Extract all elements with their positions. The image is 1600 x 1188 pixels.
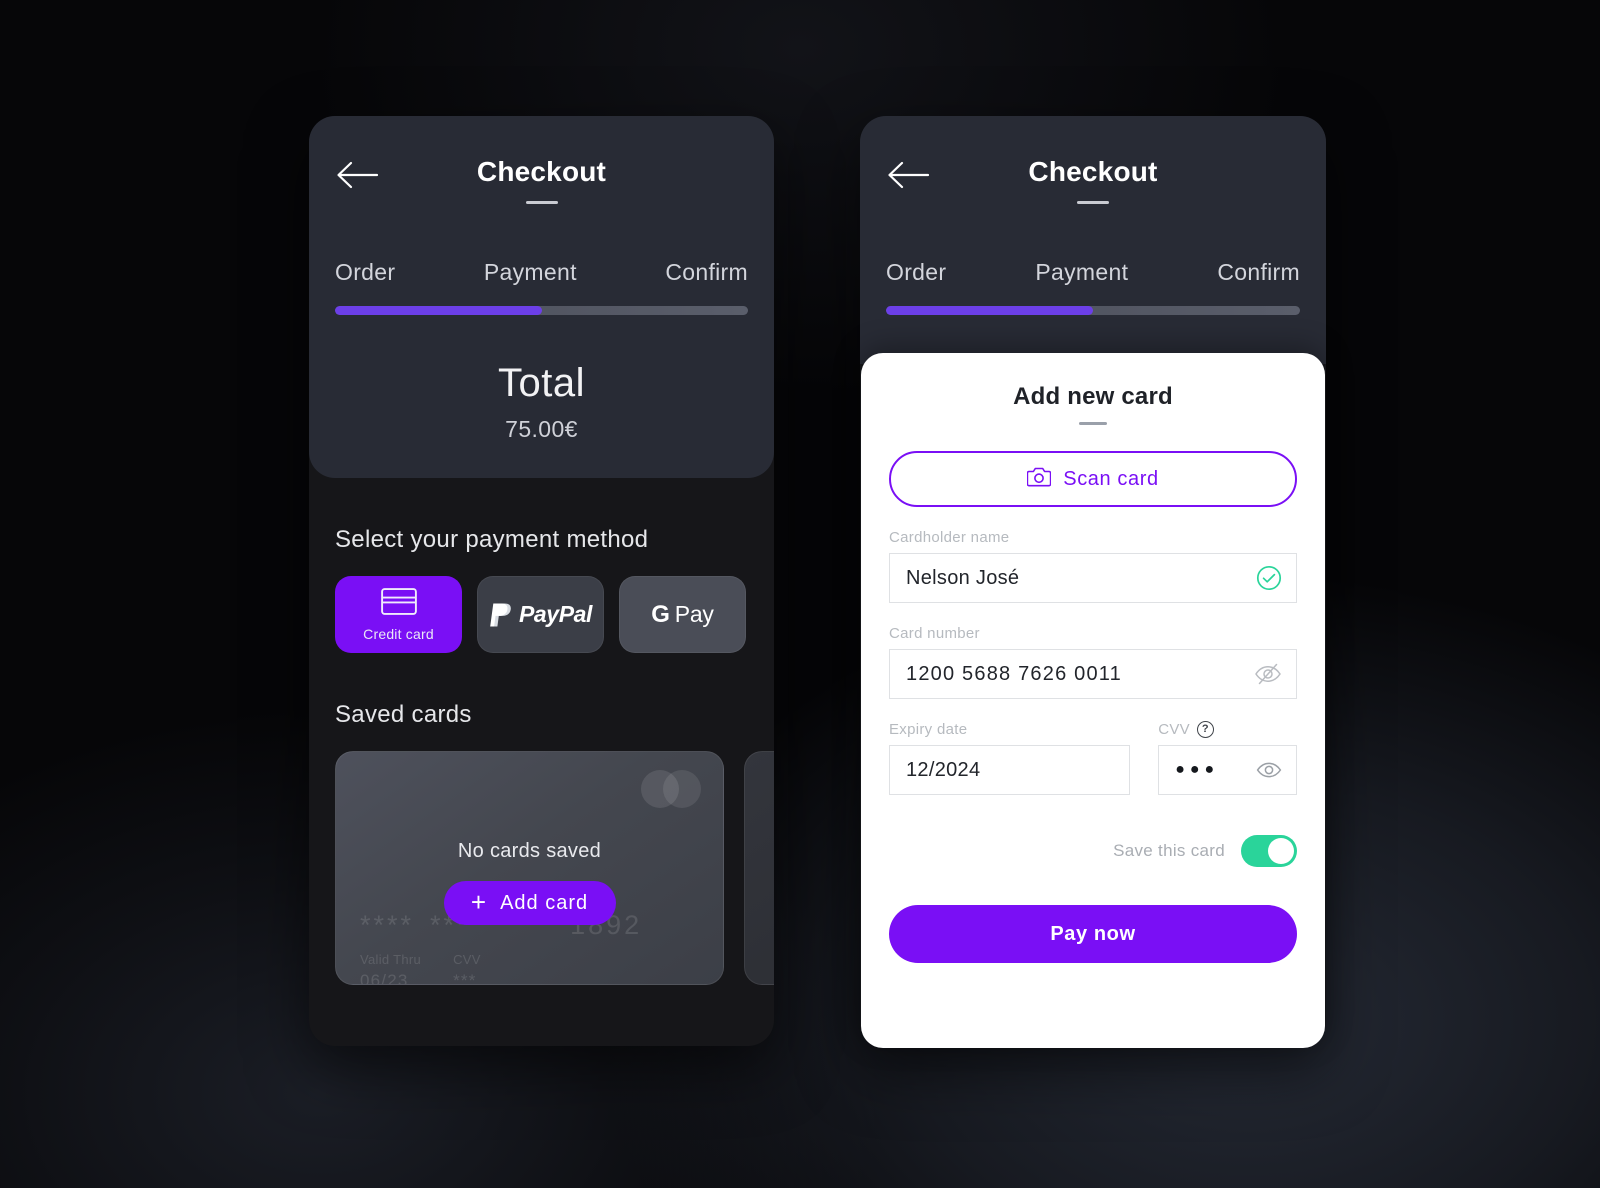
scan-card-button-label: Scan card <box>1063 467 1159 490</box>
add-new-card-sheet: Add new card Scan card Cardholder name N… <box>861 353 1325 1048</box>
payment-option-google-pay[interactable]: G Pay <box>619 576 746 653</box>
toggle-knob <box>1268 838 1294 864</box>
save-card-row: Save this card <box>889 835 1297 867</box>
google-pay-logo: G Pay <box>651 601 714 629</box>
camera-icon <box>1026 466 1052 493</box>
pay-now-button[interactable]: Pay now <box>889 905 1297 963</box>
eye-off-icon[interactable] <box>1254 662 1282 686</box>
back-arrow-icon[interactable] <box>886 158 930 192</box>
stepper-labels: Order Payment Confirm <box>886 259 1300 286</box>
stepper-progress-fill <box>335 306 542 315</box>
left-screen-body: Select your payment method Credit card P… <box>309 478 774 991</box>
sheet-title: Add new card <box>1013 383 1173 410</box>
empty-cards-state: No cards saved + Add card <box>336 840 723 925</box>
card-number-label: Card number <box>889 625 980 642</box>
cardholder-name-label: Cardholder name <box>889 529 1010 546</box>
google-g-icon: G <box>651 600 670 628</box>
card-cvv: CVV *** <box>453 952 481 985</box>
payment-option-credit-card[interactable]: Credit card <box>335 576 462 653</box>
order-total: Total 75.00€ <box>335 361 748 443</box>
left-header: Checkout Order Payment Confirm Total 75.… <box>309 116 774 478</box>
total-label: Total <box>498 361 585 405</box>
plus-icon: + <box>470 887 488 917</box>
save-card-label: Save this card <box>1113 841 1225 860</box>
add-card-button[interactable]: + Add card <box>443 881 616 925</box>
card-number-field: Card number 1200 5688 7626 0011 <box>889 625 1297 699</box>
title-underline <box>1077 201 1109 204</box>
saved-cards-carousel[interactable]: **** **** **** 1892 Valid Thru 06/23 CVV… <box>335 751 774 991</box>
title-underline <box>525 201 558 204</box>
saved-card-preview[interactable]: **** **** **** 1892 Valid Thru 06/23 CVV… <box>335 751 724 985</box>
step-payment[interactable]: Payment <box>484 259 577 286</box>
expiry-date-input[interactable]: 12/2024 <box>889 745 1131 795</box>
expiry-date-label: Expiry date <box>889 721 968 738</box>
card-valid-thru-label: Valid Thru <box>360 952 422 967</box>
expiry-cvv-row: Expiry date 12/2024 CVV ? ●●● <box>889 721 1297 795</box>
card-cvv-value: *** <box>453 971 477 985</box>
cvv-label: CVV <box>1158 721 1190 738</box>
total-amount: 75.00€ <box>505 416 578 442</box>
step-payment[interactable]: Payment <box>1035 259 1128 286</box>
payment-method-options: Credit card PayPal G Pay <box>335 576 748 653</box>
card-meta-row: Valid Thru 06/23 CVV *** <box>360 952 481 985</box>
mastercard-circle-right <box>663 770 701 808</box>
question-mark-icon[interactable]: ? <box>1196 721 1214 738</box>
expiry-date-field: Expiry date 12/2024 <box>889 721 1131 795</box>
cvv-value: ●●● <box>1175 761 1220 778</box>
add-card-button-label: Add card <box>500 891 589 914</box>
check-circle-icon <box>1256 565 1282 591</box>
cvv-field: CVV ? ●●● <box>1158 721 1297 795</box>
mastercard-logo <box>641 770 701 808</box>
scan-card-button[interactable]: Scan card <box>889 451 1297 507</box>
step-confirm[interactable]: Confirm <box>665 259 748 286</box>
stepper-progress-fill <box>886 306 1093 315</box>
right-header: Checkout Order Payment Confirm <box>860 116 1326 364</box>
card-cvv-label: CVV <box>453 952 481 967</box>
payment-option-credit-card-label: Credit card <box>363 625 434 642</box>
step-confirm[interactable]: Confirm <box>1217 259 1300 286</box>
left-phone-screen: Checkout Order Payment Confirm Total 75.… <box>309 116 774 1046</box>
save-card-toggle[interactable] <box>1241 835 1297 867</box>
step-order[interactable]: Order <box>335 259 395 286</box>
empty-cards-message: No cards saved <box>457 840 602 862</box>
app-background <box>0 0 1600 1188</box>
stepper-labels: Order Payment Confirm <box>335 259 748 286</box>
card-number-value: 1200 5688 7626 0011 <box>906 662 1122 685</box>
sheet-title-underline <box>1079 422 1107 425</box>
cardholder-name-field: Cardholder name Nelson José <box>889 529 1297 603</box>
credit-card-icon <box>380 587 417 620</box>
paypal-logo: PayPal <box>489 601 592 628</box>
back-arrow-icon[interactable] <box>335 158 379 192</box>
paypal-wordmark: PayPal <box>518 601 593 627</box>
card-valid-thru-value: 06/23 <box>360 971 409 985</box>
card-valid-thru: Valid Thru 06/23 <box>360 952 422 985</box>
eye-icon[interactable] <box>1256 760 1282 780</box>
payment-method-heading: Select your payment method <box>335 526 649 553</box>
cardholder-name-value: Nelson José <box>906 566 1020 589</box>
cvv-input[interactable]: ●●● <box>1158 745 1297 795</box>
cvv-label-row: CVV ? <box>1158 721 1297 738</box>
page-title: Checkout <box>1028 156 1158 187</box>
saved-cards-heading: Saved cards <box>335 701 472 728</box>
payment-option-paypal[interactable]: PayPal <box>477 576 604 653</box>
stepper-progress-bar <box>335 306 748 315</box>
cardholder-name-input[interactable]: Nelson José <box>889 553 1297 603</box>
stepper-progress-bar <box>886 306 1300 315</box>
expiry-date-value: 12/2024 <box>906 758 981 781</box>
google-pay-wordmark: Pay <box>674 601 714 627</box>
saved-card-next-preview[interactable] <box>744 751 774 985</box>
page-title: Checkout <box>476 156 607 187</box>
card-number-input[interactable]: 1200 5688 7626 0011 <box>889 649 1297 699</box>
step-order[interactable]: Order <box>886 259 946 286</box>
